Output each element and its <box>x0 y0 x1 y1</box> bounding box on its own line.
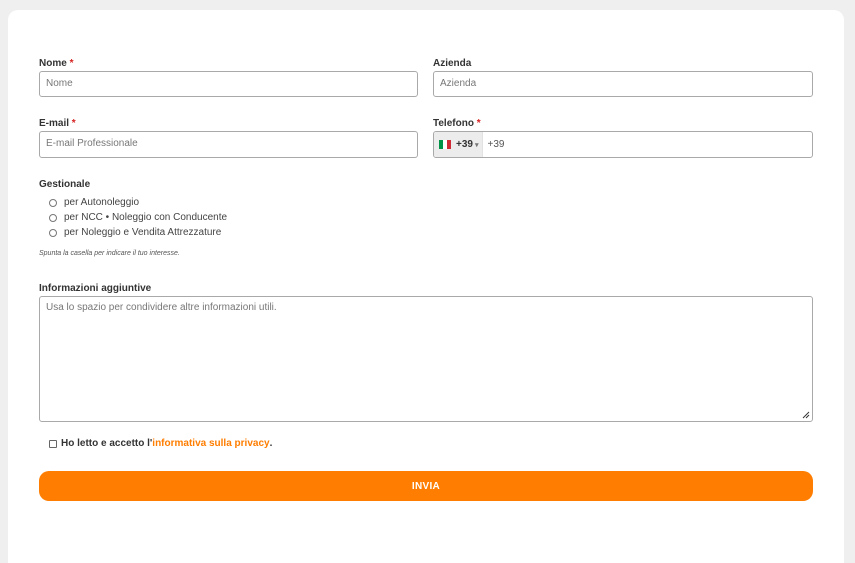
privacy-suffix: . <box>269 438 273 449</box>
gestionale-hint: Spunta la casella per indicare il tuo in… <box>39 250 180 257</box>
radio-button[interactable] <box>49 228 57 237</box>
gestionale-label: Gestionale <box>39 179 90 190</box>
nome-input[interactable]: Nome <box>39 71 418 97</box>
required-mark: * <box>69 58 74 69</box>
telefono-label: Telefono * <box>433 118 481 129</box>
chevron-down-icon: ▾ <box>474 141 479 149</box>
submit-button[interactable]: INVIA <box>39 471 813 501</box>
country-code-selector[interactable]: +39 ▾ <box>434 132 484 157</box>
informazioni-placeholder: Usa lo spazio per condividere altre info… <box>46 302 277 313</box>
gestionale-label-text: Gestionale <box>39 179 91 190</box>
nome-placeholder: Nome <box>46 78 73 89</box>
azienda-placeholder: Azienda <box>440 78 477 89</box>
required-mark: * <box>71 118 76 129</box>
email-placeholder: E-mail Professionale <box>46 138 138 149</box>
informazioni-label: Informazioni aggiuntive <box>39 283 151 294</box>
privacy-checkbox[interactable] <box>49 439 57 448</box>
radio-button[interactable] <box>49 198 57 207</box>
informazioni-label-text: Informazioni aggiuntive <box>39 283 152 294</box>
privacy-policy-link[interactable]: informativa sulla privacy <box>152 438 269 449</box>
radio-button[interactable] <box>49 213 57 222</box>
resize-handle-icon[interactable] <box>802 411 810 419</box>
option-label: per Noleggio e Vendita Attrezzature <box>64 227 222 238</box>
gestionale-option-ncc[interactable]: per NCC • Noleggio con Conducente <box>49 212 227 223</box>
telefono-input[interactable]: +39 ▾ +39 <box>433 131 813 158</box>
option-label: per Autonoleggio <box>64 197 140 208</box>
email-label-text: E-mail <box>39 118 70 129</box>
nome-label: Nome * <box>39 58 73 69</box>
email-input[interactable]: E-mail Professionale <box>39 131 418 158</box>
informazioni-textarea[interactable]: Usa lo spazio per condividere altre info… <box>39 296 813 422</box>
privacy-text: Ho letto e accetto l' <box>61 438 153 449</box>
azienda-label: Azienda <box>433 58 471 69</box>
country-code-text: +39 <box>456 139 473 150</box>
italy-flag-icon <box>439 140 451 149</box>
nome-label-text: Nome <box>39 58 67 69</box>
option-label: per NCC • Noleggio con Conducente <box>64 212 228 223</box>
gestionale-option-autonoleggio[interactable]: per Autonoleggio <box>49 197 139 208</box>
email-label: E-mail * <box>39 118 76 129</box>
required-mark: * <box>476 118 481 129</box>
telefono-value: +39 <box>487 139 505 150</box>
gestionale-option-attrezzature[interactable]: per Noleggio e Vendita Attrezzature <box>49 227 221 238</box>
azienda-input[interactable]: Azienda <box>433 71 813 97</box>
privacy-consent: Ho letto e accetto l' informativa sulla p… <box>49 438 272 449</box>
azienda-label-text: Azienda <box>433 58 472 69</box>
telefono-label-text: Telefono <box>433 118 474 129</box>
